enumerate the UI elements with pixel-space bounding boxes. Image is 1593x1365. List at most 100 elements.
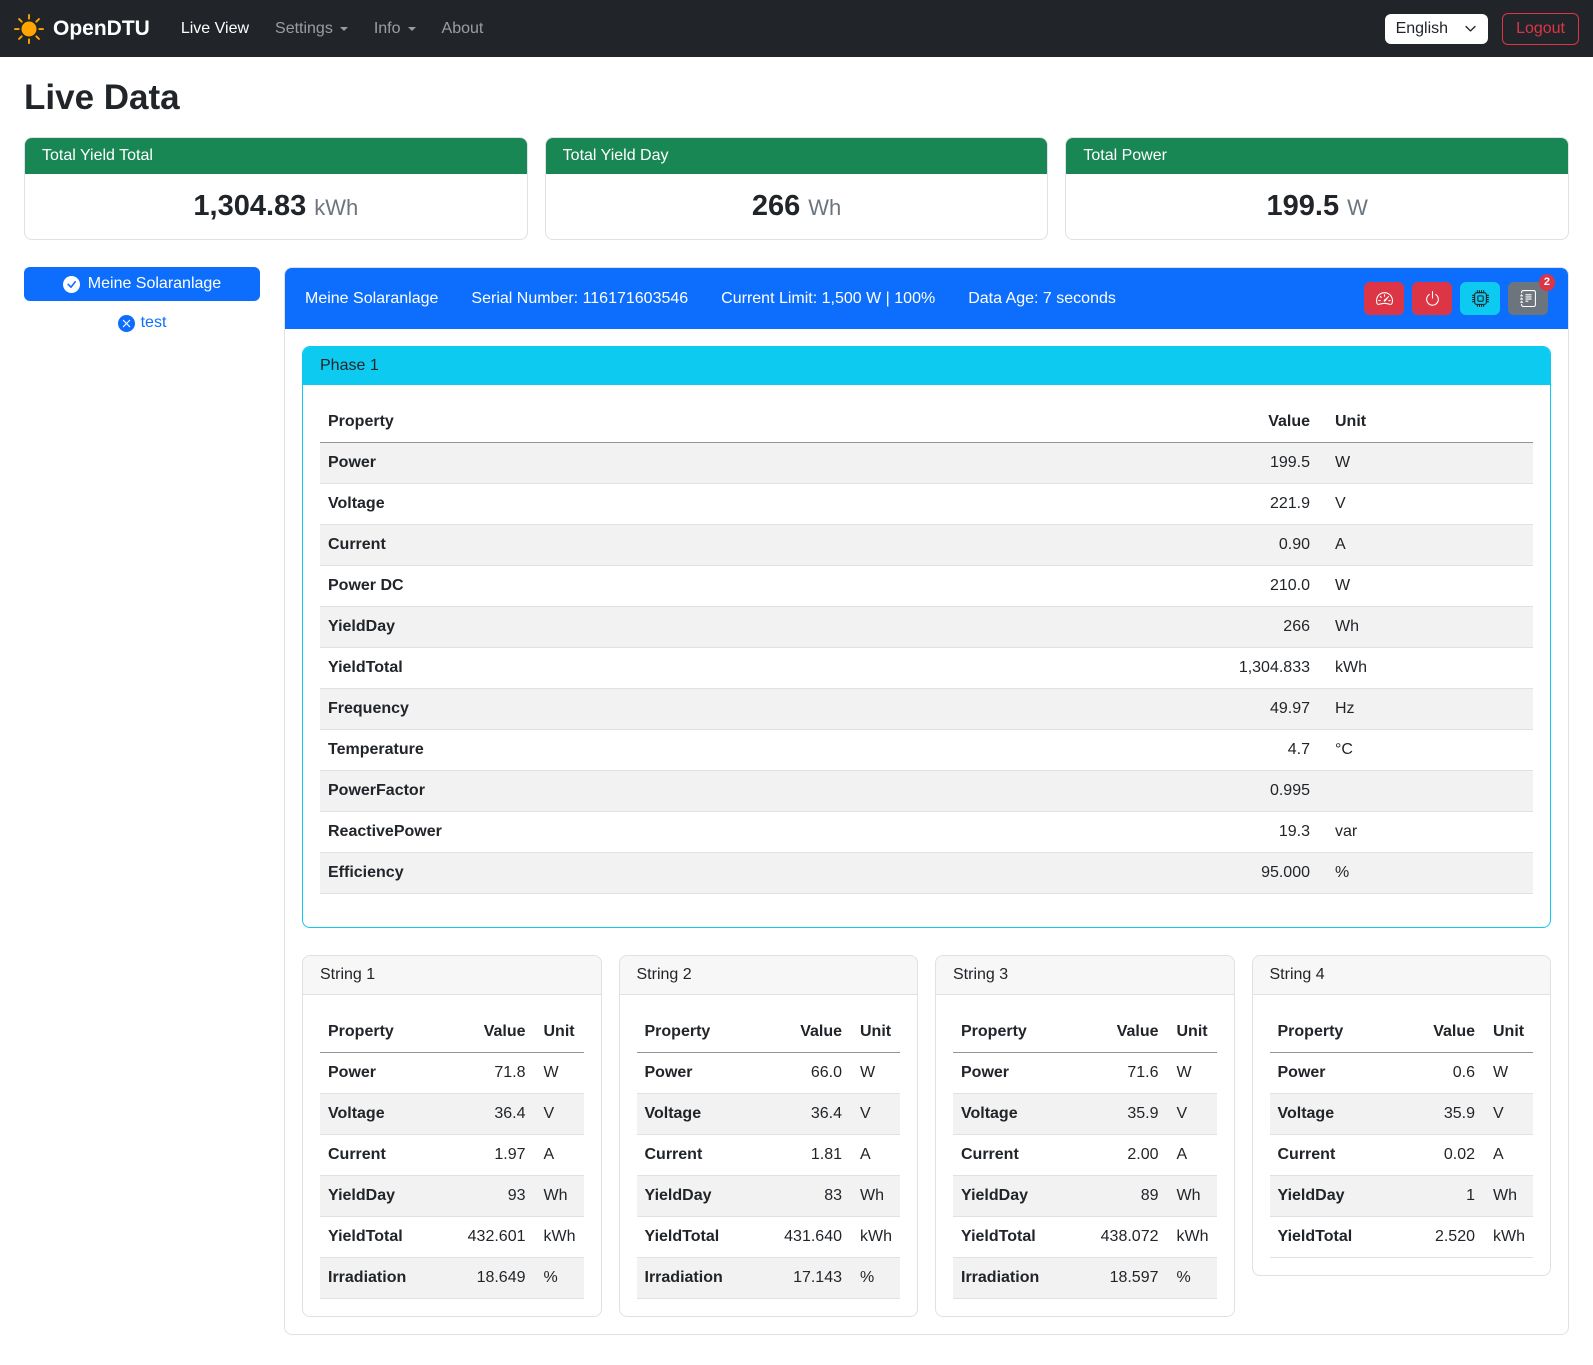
string-card: String 2PropertyValueUnitPower66.0WVolta… <box>619 955 919 1317</box>
table-header-row: PropertyValueUnit <box>637 1012 901 1053</box>
limit-settings-button[interactable] <box>1364 282 1404 315</box>
row-unit: A <box>1167 1135 1217 1176</box>
language-select-value: English <box>1396 20 1448 38</box>
row-value: 36.4 <box>456 1094 534 1135</box>
nav-item-label: Settings <box>275 20 333 38</box>
row-unit: % <box>534 1258 584 1299</box>
string-card-body: PropertyValueUnitPower71.8WVoltage36.4VC… <box>303 995 601 1316</box>
column-header-unit: Unit <box>1167 1012 1217 1053</box>
table-row: Voltage35.9V <box>1270 1094 1534 1135</box>
inverter-header-actions: 2 <box>1364 282 1548 315</box>
row-value: 36.4 <box>772 1094 850 1135</box>
row-value: 95.000 <box>1178 853 1318 894</box>
row-unit: A <box>534 1135 584 1176</box>
row-unit: V <box>534 1094 584 1135</box>
logout-button[interactable]: Logout <box>1502 13 1579 45</box>
nav-item-info[interactable]: Info <box>361 11 429 47</box>
table-row: YieldTotal1,304.833kWh <box>320 648 1533 689</box>
summary-card-unit: kWh <box>314 195 358 220</box>
row-unit: W <box>1167 1053 1217 1094</box>
string-card: String 4 PropertyValueUnitPower0.6WVoltag… <box>1252 955 1552 1276</box>
table-row: Irradiation17.143% <box>637 1258 901 1299</box>
table-row: Power0.6W <box>1270 1053 1534 1094</box>
row-value: 49.97 <box>1178 689 1318 730</box>
table-row: Current0.02A <box>1270 1135 1534 1176</box>
navbar-right: English Logout <box>1385 13 1579 45</box>
row-property: YieldDay <box>320 607 1178 648</box>
summary-card-value: 199.5 <box>1267 190 1340 222</box>
row-property: YieldTotal <box>1270 1217 1406 1258</box>
row-property: Power <box>1270 1053 1406 1094</box>
column-header-value: Value <box>1405 1012 1483 1053</box>
table-row: YieldDay89Wh <box>953 1176 1217 1217</box>
column-header-value: Value <box>1089 1012 1167 1053</box>
row-unit: % <box>1167 1258 1217 1299</box>
table-row: Voltage36.4V <box>637 1094 901 1135</box>
row-value: 35.9 <box>1089 1094 1167 1135</box>
row-unit: % <box>850 1258 900 1299</box>
table-row: Current0.90A <box>320 525 1533 566</box>
language-select[interactable]: English <box>1385 14 1488 44</box>
table-row: Frequency49.97Hz <box>320 689 1533 730</box>
nav-item-about[interactable]: About <box>429 11 497 47</box>
row-unit: W <box>534 1053 584 1094</box>
chevron-down-icon <box>1464 22 1477 35</box>
inverter-name: Meine Solaranlage <box>305 290 438 308</box>
inverter-select-button[interactable]: Meine Solaranlage <box>24 267 260 301</box>
string-card: String 1PropertyValueUnitPower71.8WVolta… <box>302 955 602 1317</box>
row-property: Current <box>637 1135 773 1176</box>
table-row: Irradiation18.597% <box>953 1258 1217 1299</box>
row-value: 4.7 <box>1178 730 1318 771</box>
string-card-body: PropertyValueUnitPower0.6WVoltage35.9VCu… <box>1253 995 1551 1275</box>
string-card-title: String 1 <box>303 956 601 995</box>
row-property: YieldTotal <box>320 1217 456 1258</box>
row-unit: A <box>1483 1135 1533 1176</box>
summary-card-body: 1,304.83kWh <box>25 174 527 239</box>
test-inverter-label: test <box>141 314 167 332</box>
phase-card-body: PropertyValueUnitPower199.5WVoltage221.9… <box>303 385 1550 927</box>
event-log-button[interactable]: 2 <box>1508 282 1548 315</box>
row-value: 432.601 <box>456 1217 534 1258</box>
row-unit: V <box>1483 1094 1533 1135</box>
row-unit: kWh <box>850 1217 900 1258</box>
row-unit: Hz <box>1318 689 1533 730</box>
row-value: 0.02 <box>1405 1135 1483 1176</box>
inverter-serial: Serial Number: 116171603546 <box>471 290 688 308</box>
test-inverter-link[interactable]: test <box>118 314 167 332</box>
inverter-card-body: Phase 1 PropertyValueUnitPower199.5WVolt… <box>285 329 1568 1334</box>
row-unit: var <box>1318 812 1533 853</box>
nav-item-live-view[interactable]: Live View <box>168 11 262 47</box>
nav-item-settings[interactable]: Settings <box>262 11 361 47</box>
row-property: Temperature <box>320 730 1178 771</box>
row-property: Power <box>320 1053 456 1094</box>
row-unit: kWh <box>1483 1217 1533 1258</box>
table-row: Power71.8W <box>320 1053 584 1094</box>
row-value: 35.9 <box>1405 1094 1483 1135</box>
row-unit: Wh <box>1167 1176 1217 1217</box>
page-title: Live Data <box>24 78 1569 118</box>
summary-card-title: Total Yield Total <box>25 138 527 174</box>
row-property: Power <box>637 1053 773 1094</box>
column-header-property: Property <box>953 1012 1089 1053</box>
row-value: 18.597 <box>1089 1258 1167 1299</box>
power-toggle-button[interactable] <box>1412 282 1452 315</box>
row-value: 221.9 <box>1178 484 1318 525</box>
device-info-button[interactable] <box>1460 282 1500 315</box>
table-row: YieldDay93Wh <box>320 1176 584 1217</box>
string-card-title: String 4 <box>1253 956 1551 995</box>
row-property: Voltage <box>637 1094 773 1135</box>
column-header-unit: Unit <box>850 1012 900 1053</box>
row-property: Voltage <box>320 484 1178 525</box>
row-value: 17.143 <box>772 1258 850 1299</box>
brand[interactable]: OpenDTU <box>14 14 150 44</box>
string-table: PropertyValueUnitPower0.6WVoltage35.9VCu… <box>1270 1012 1534 1258</box>
row-property: Current <box>953 1135 1089 1176</box>
row-value: 83 <box>772 1176 850 1217</box>
table-header-row: PropertyValueUnit <box>320 1012 584 1053</box>
row-property: Frequency <box>320 689 1178 730</box>
summary-card-body: 199.5W <box>1066 174 1568 239</box>
row-unit: Wh <box>1318 607 1533 648</box>
row-unit: kWh <box>1318 648 1533 689</box>
row-unit: kWh <box>1167 1217 1217 1258</box>
summary-card-value: 266 <box>752 190 800 222</box>
